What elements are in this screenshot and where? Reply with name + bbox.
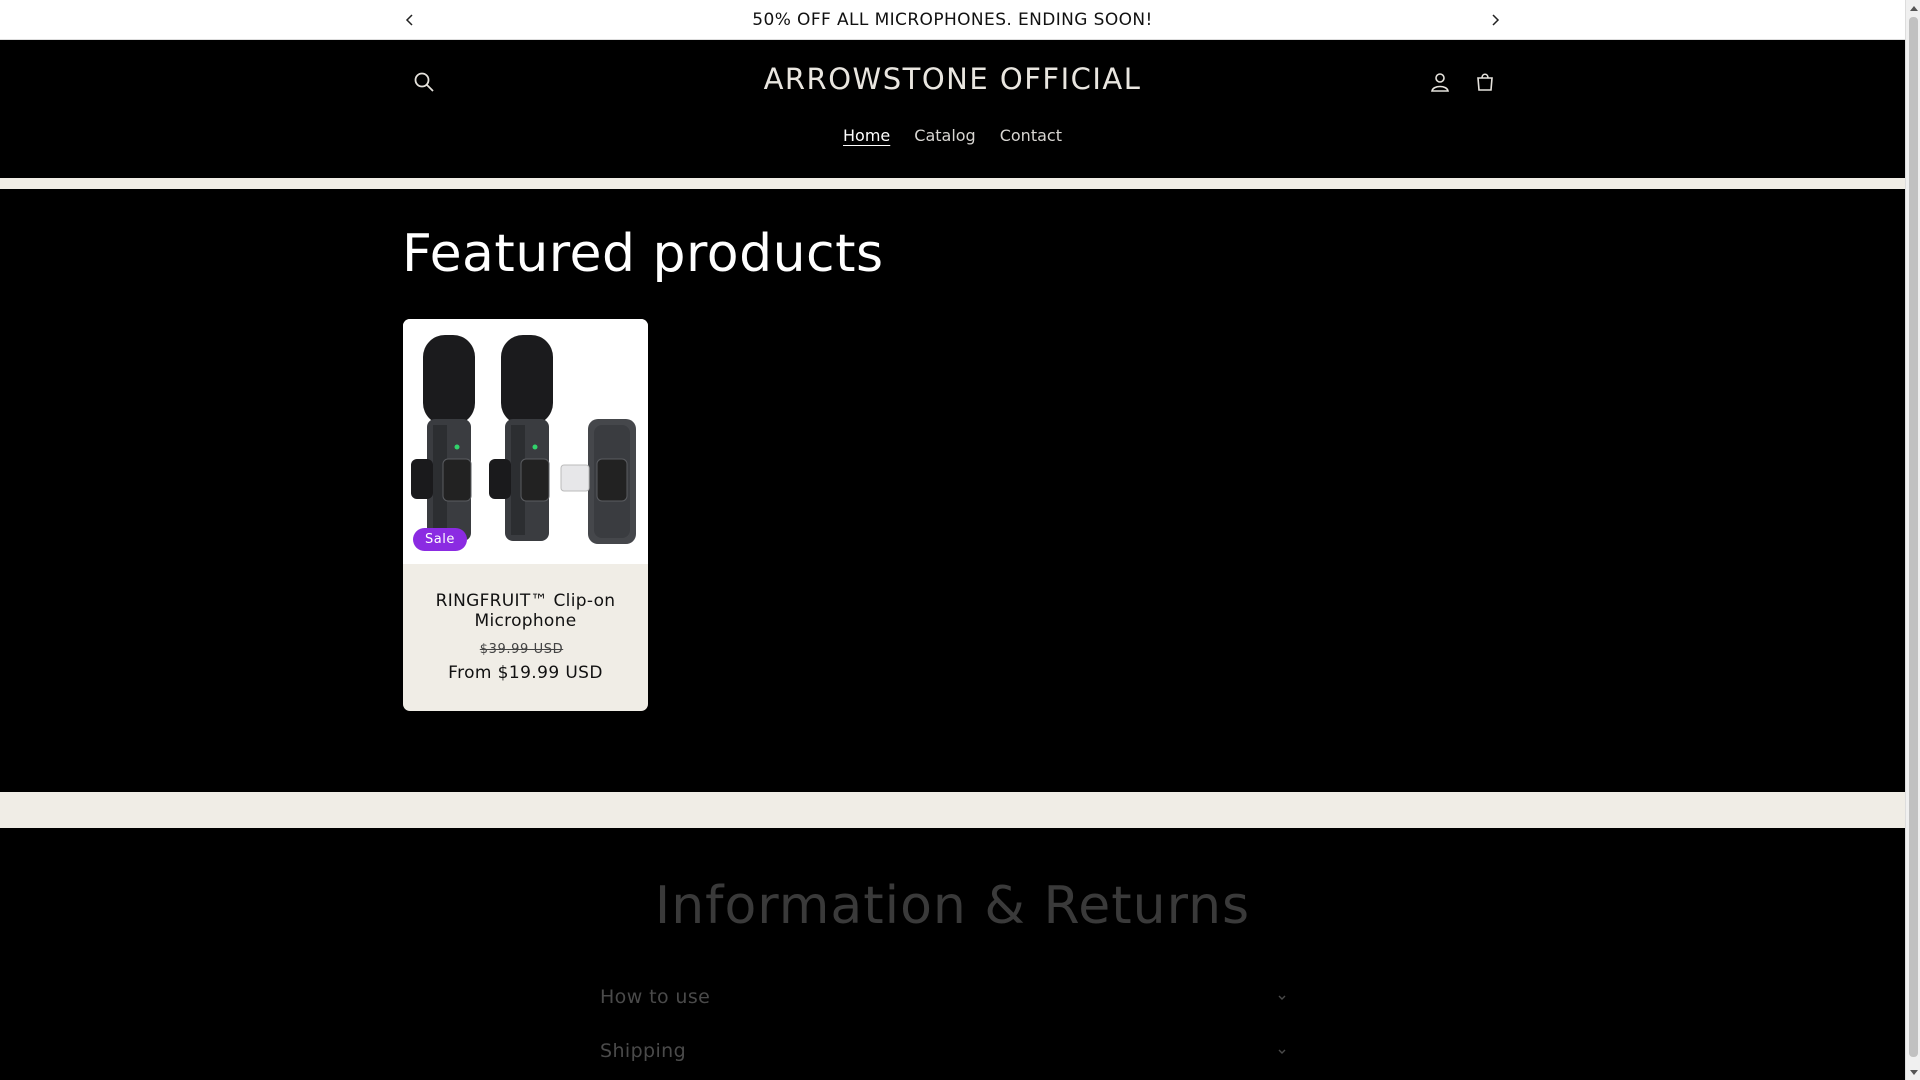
accordion-shipping[interactable]: Shipping [600,1032,1290,1072]
triangle-down-icon [1909,1069,1918,1075]
announcement-bar: 50% OFF ALL MICROPHONES. ENDING SOON! [0,0,1905,40]
announcement-message: 50% OFF ALL MICROPHONES. ENDING SOON! [752,10,1153,30]
scroll-up-button[interactable] [1906,0,1920,15]
announcement-next-button[interactable] [1483,8,1507,32]
chevron-down-icon [1278,1049,1286,1054]
chevron-down-icon [1278,995,1286,1000]
scroll-down-button[interactable] [1906,1065,1920,1080]
section-divider [0,792,1905,828]
nav-contact[interactable]: Contact [1000,126,1062,145]
account-icon [1431,73,1449,92]
scrollbar-thumb[interactable] [1909,17,1918,1057]
sale-badge: Sale [413,528,467,551]
main-nav: Home Catalog Contact [0,126,1905,145]
info-title: Information & Returns [654,876,1251,936]
product-compare-price: $39.99 USD [479,642,564,657]
account-button[interactable] [1420,62,1460,102]
nav-home[interactable]: Home [843,126,890,145]
site-header: ARROWSTONE OFFICIAL Home Catalog Contact [0,40,1905,178]
accordion-how-to-use[interactable]: How to use [600,978,1290,1018]
accordion-label: How to use [600,986,711,1008]
product-image[interactable]: Sale [403,319,648,564]
cart-button[interactable] [1465,62,1505,102]
product-name[interactable]: RINGFRUIT™ Clip-on Microphone [403,591,648,631]
chevron-right-icon [1492,14,1500,26]
nav-catalog[interactable]: Catalog [914,126,975,145]
accordion-label: Shipping [600,1040,687,1062]
cart-icon [1477,73,1493,91]
product-price: From $19.99 USD [448,663,603,683]
triangle-up-icon [1909,5,1918,11]
section-divider [0,178,1905,189]
brand-logo[interactable]: ARROWSTONE OFFICIAL [0,62,1905,96]
page-scrollbar[interactable] [1905,0,1920,1080]
featured-title: Featured products [402,224,884,284]
product-card[interactable]: Sale RINGFRUIT™ Clip-on Microphone $39.9… [403,319,648,711]
